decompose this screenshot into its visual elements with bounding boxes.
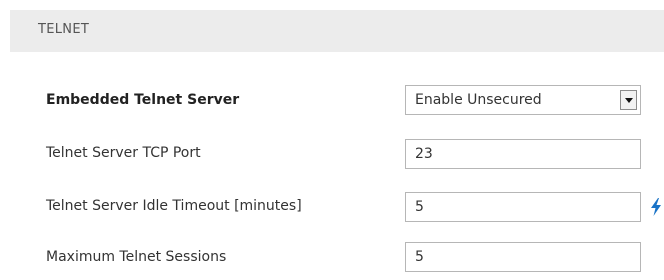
section-header: TELNET xyxy=(10,10,664,52)
max-telnet-sessions-label: Maximum Telnet Sessions xyxy=(46,249,227,265)
embedded-telnet-server-select[interactable]: Enable Unsecured xyxy=(405,85,641,115)
embedded-telnet-server-value: Enable Unsecured xyxy=(415,92,542,108)
chevron-down-icon[interactable] xyxy=(620,90,637,110)
telnet-idle-timeout-row: Telnet Server Idle Timeout [minutes] xyxy=(0,190,664,226)
telnet-tcp-port-row: Telnet Server TCP Port xyxy=(0,137,664,173)
lightning-bolt-icon xyxy=(651,198,661,216)
embedded-telnet-server-label: Embedded Telnet Server xyxy=(46,92,240,108)
telnet-idle-timeout-input[interactable] xyxy=(405,192,641,222)
section-title: TELNET xyxy=(38,22,90,37)
telnet-idle-timeout-label: Telnet Server Idle Timeout [minutes] xyxy=(46,198,302,214)
telnet-tcp-port-input[interactable] xyxy=(405,139,641,169)
embedded-telnet-server-row: Embedded Telnet Server Enable Unsecured xyxy=(0,83,664,119)
max-telnet-sessions-input[interactable] xyxy=(405,242,641,272)
max-telnet-sessions-row: Maximum Telnet Sessions xyxy=(0,240,664,276)
telnet-tcp-port-label: Telnet Server TCP Port xyxy=(46,145,201,161)
